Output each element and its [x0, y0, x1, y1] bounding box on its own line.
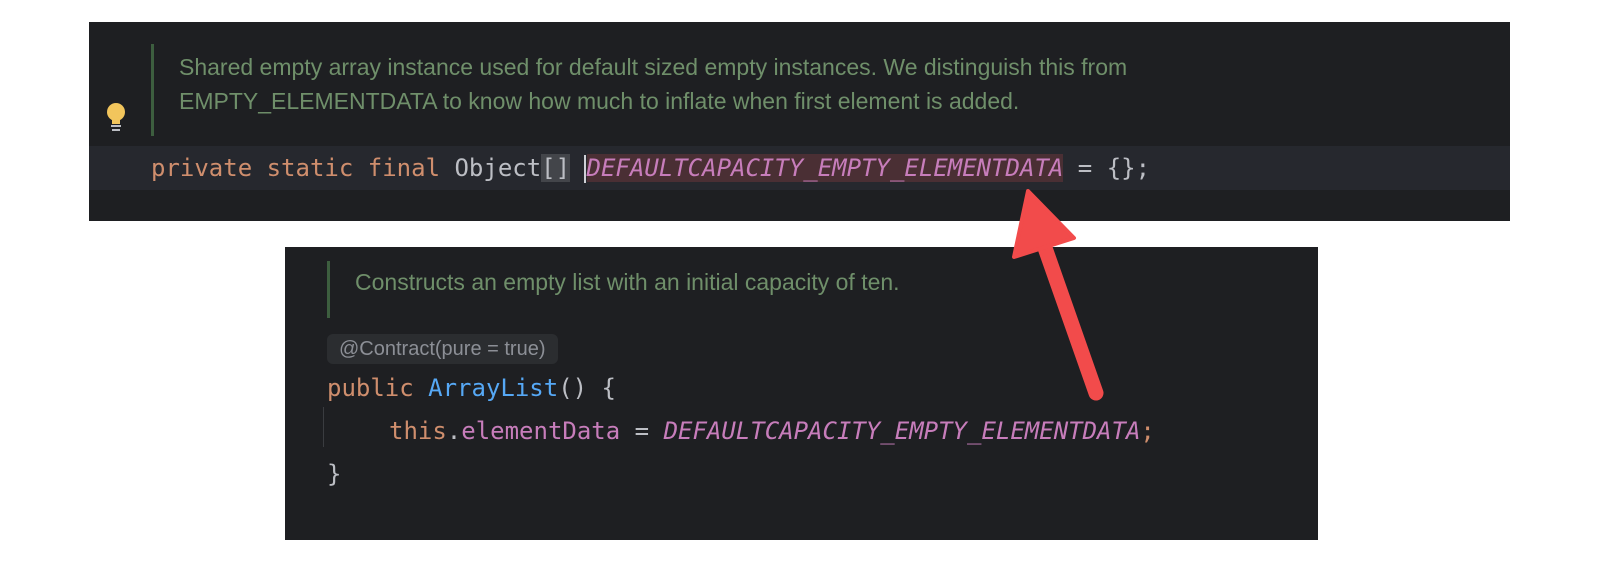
code-line-closing-brace: } — [327, 460, 342, 488]
constructor-params: () { — [558, 374, 616, 402]
keyword-static: static — [266, 154, 354, 182]
keyword-private: private — [151, 154, 253, 182]
method-arraylist[interactable]: ArrayList — [428, 374, 558, 402]
keyword-this: this — [389, 417, 447, 445]
semicolon: ; — [1140, 417, 1155, 445]
constant-usage[interactable]: DEFAULTCAPACITY_EMPTY_ELEMENTDATA — [664, 417, 1141, 445]
type-object: Object — [454, 154, 542, 182]
code-line-declaration[interactable]: private static final Object[] DEFAULTCAP… — [151, 151, 1150, 185]
doc-comment-line1: Shared empty array instance used for def… — [179, 54, 1128, 80]
assignment: = — [620, 417, 664, 445]
editor-panel-bottom: Constructs an empty list with an initial… — [285, 247, 1318, 540]
text-caret — [583, 155, 586, 183]
doc-comment-bar — [327, 261, 330, 318]
keyword-final: final — [367, 154, 441, 182]
lightbulb-icon[interactable] — [105, 102, 127, 134]
field-elementdata[interactable]: elementData — [461, 417, 620, 445]
indent-guide — [323, 407, 324, 447]
editor-panel-top: Shared empty array instance used for def… — [89, 22, 1510, 221]
array-brackets: [] — [541, 154, 571, 182]
assignment: = {}; — [1063, 154, 1151, 182]
code-line-assignment[interactable]: this.elementData = DEFAULTCAPACITY_EMPTY… — [389, 414, 1155, 448]
doc-comment-bar — [151, 44, 154, 136]
doc-comment-line2: EMPTY_ELEMENTDATA to know how much to in… — [179, 88, 1020, 114]
dot: . — [446, 417, 462, 445]
code-line-constructor[interactable]: public ArrayList() { — [327, 371, 616, 405]
doc-comment-line: Constructs an empty list with an initial… — [355, 269, 900, 295]
constant-declaration[interactable]: DEFAULTCAPACITY_EMPTY_ELEMENTDATA — [586, 154, 1064, 182]
keyword-public: public — [327, 374, 414, 402]
contract-annotation-hint[interactable]: @Contract(pure = true) — [327, 334, 558, 364]
